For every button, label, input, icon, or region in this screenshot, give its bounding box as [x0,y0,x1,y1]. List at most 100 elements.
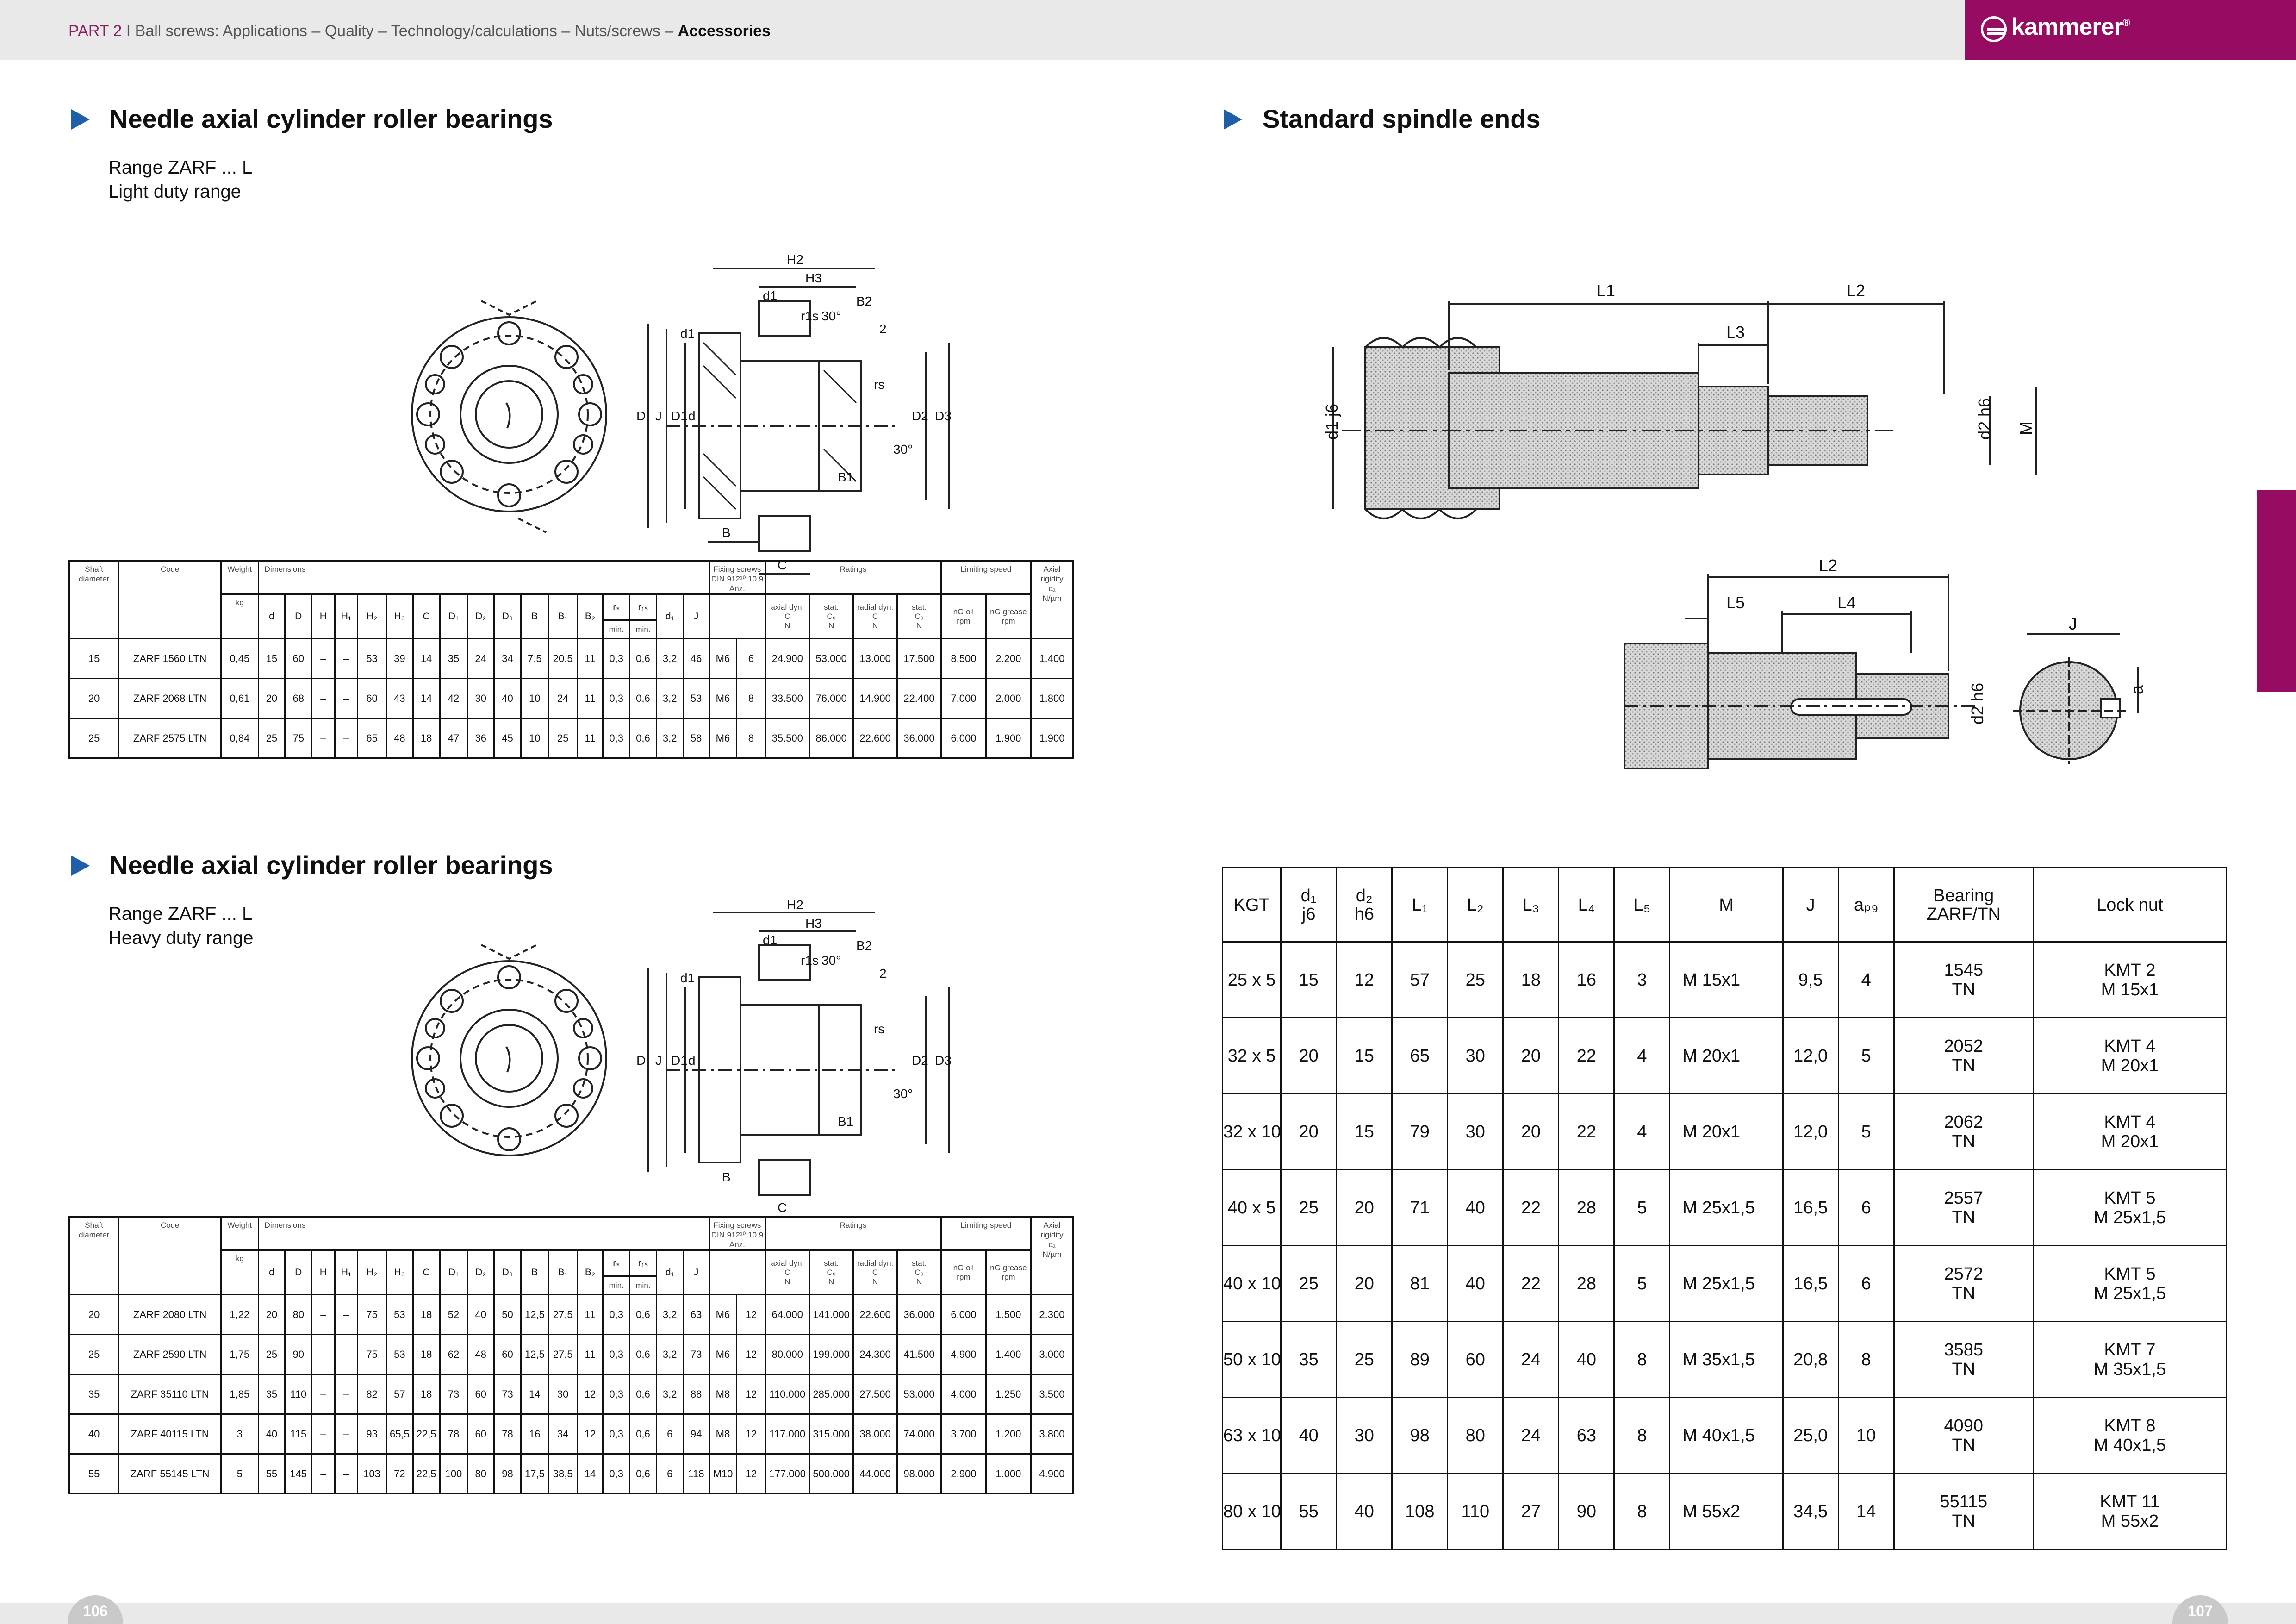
header-ratings: Ratings [765,560,942,595]
header-dim-7: D₁ [439,1249,468,1295]
duty-label-heavy: Heavy duty range [108,928,254,948]
header-dim-11: B₁ [548,593,578,639]
spindle-cell-text: 6 [1861,1274,1871,1293]
spindle-table-row[interactable]: 80 x 10 55 40 108 110 27 90 8 M 55x2 34,5 14 55115 T… [1221,1473,2228,1550]
table-cell: 60 [284,638,313,679]
table-cell: 12 [576,1374,604,1415]
spindle-header-text: J [1806,895,1815,915]
header-rating-text: N [916,621,922,630]
table-cell: ZARF 2590 LTN [118,1334,222,1375]
spindle-label-l2: L2 [1847,281,1865,300]
spindle-table-row[interactable]: 63 x 10 40 30 98 80 24 63 8 M 40x1,5 25,0 10 4090 TN… [1221,1397,2228,1474]
table-row[interactable]: 40 ZARF 40115 LTN 3 40 115– –93 65,5 22,5 78 60 78… [68,1413,1074,1455]
breadcrumb-part[interactable]: PART 2 [68,22,122,40]
spindle-cell-text: 28 [1576,1274,1597,1293]
table-cell: 3,2 [655,1334,684,1375]
header-shaft-diameter: Shaft diameter [68,1216,120,1295]
table-cell: 3 [220,1413,259,1455]
side-tab[interactable] [2257,490,2296,692]
spindle-cell-text: 16 [1576,970,1597,990]
table-cell: 60 [357,678,387,719]
table-cell: 1.000 [985,1453,1032,1494]
table-cell: 41.500 [896,1334,942,1375]
table-row[interactable]: 20 ZARF 2080 LTN 1,22 20 80– –75 53 18 52 40 50 12,… [68,1294,1074,1335]
table-cell: – [334,1413,359,1455]
spindle-cell-text: 22 [1521,1274,1541,1293]
table-cell: 0,3 [602,678,631,719]
table-cell: 60 [467,1374,495,1415]
header-rating-text: stat. [911,602,927,612]
dim-label-D1: D1 [671,409,688,423]
header-dim-13: rₛ [602,593,631,621]
spindle-table-row[interactable]: 40 x 10 25 20 81 40 22 28 5 M 25x1,5 16,5 6 2572 TN K… [1221,1245,2228,1322]
spindle-cell-text: 30 [1465,1046,1485,1066]
table-cell: 35.500 [765,718,810,759]
table-cell: 55 [68,1453,120,1494]
header-rating-0: axial dyn. C N [765,1249,810,1295]
table-cell: 12 [736,1294,766,1335]
spindle-header-cell: Lock nut [2032,867,2228,943]
table-cell: 44.000 [852,1453,898,1494]
spindle-cell-text: M 20x1 [1682,1046,1741,1066]
spindle-table-cell: 5 [1837,1093,1895,1170]
spindle-cell-text: 25,0 [1793,1425,1828,1445]
table-cell: 80.000 [765,1334,810,1375]
dim-label-c: C [778,1200,787,1215]
spindle-header-row: KGT d₁ j6 d₂ h6 L₁ L₂ L₃ L₄ L₅ M Jaₚ₉ Bearing ZARF/TN… [1221,867,2228,943]
brand-logo[interactable]: kammerer® [1965,0,2296,60]
table-row[interactable]: 20 ZARF 2068 LTN 0,61 20 68– –60 43 14 42 30 40 10 2… [68,678,1074,719]
table-cell: 18 [412,718,441,759]
table-cell: 80 [284,1294,313,1335]
spindle-table-row[interactable]: 32 x 5 20 15 65 30 20 22 4 M 20x1 12,0 5 2052 TN KMT … [1221,1017,2228,1094]
spindle-cell-text: TN [1952,1131,1976,1151]
header-dim-label: C [423,611,430,622]
table-cell: 0,6 [629,678,657,719]
table-cell: 0,3 [602,1453,631,1494]
spindle-cell-text: 6 [1861,1198,1871,1218]
spindle-table-cell: 25 [1336,1321,1393,1398]
table-row[interactable]: 55 ZARF 55145 LTN 5 55 145– –103 72 22,5 100 80 98… [68,1453,1074,1494]
table-cell: 199.000 [809,1334,854,1375]
table-cell: 72 [386,1453,414,1494]
header-rating-text: C₀ [827,612,836,621]
spindle-table-row[interactable]: 40 x 5 25 20 71 40 22 28 5 M 25x1,5 16,5 6 2557 TN KM… [1221,1169,2228,1246]
spindle-table-row[interactable]: 50 x 10 35 25 89 60 24 40 8 M 35x1,5 20,8 8 3585 TN K… [1221,1321,2228,1398]
table-row[interactable]: 15 ZARF 1560 LTN 0,45 15 60– –53 39 14 35 24 34 7,5… [68,638,1074,679]
spindle-table-row[interactable]: 25 x 5 15 12 57 25 18 16 3 M 15x1 9,5 4 1545 TN KMT 2… [1221,941,2228,1018]
spindle-table-cell: 35 [1280,1321,1338,1398]
table-row[interactable]: 35 ZARF 35110 LTN 1,85 35 110– –82 57 18 73 60 73 1… [68,1374,1074,1415]
table-row[interactable]: 25 ZARF 2590 LTN 1,75 25 90– –75 53 18 62 48 60 12,… [68,1334,1074,1375]
spindle-table-cell: KMT 2M 15x1 [2032,941,2228,1018]
spindle-cell-text: 55115 [1940,1492,1988,1512]
table-cell: 75 [284,718,313,759]
header-dim-label: D [295,611,302,622]
header-dim-2: H [311,1249,336,1295]
header-dim-9: D₃ [493,1249,522,1295]
table-cell: – [334,1453,359,1494]
bearing-table-light: Shaft diameter Code Weight Dimensions Fixing… [68,560,1074,759]
spindle-cell-text: 4 [1637,1046,1647,1066]
spindle-cell-text: 25 [1299,1198,1319,1218]
table-cell: 60 [493,1334,522,1375]
header-code: Code [118,560,222,639]
header-weight: Weight [220,1216,259,1251]
table-row[interactable]: 25 ZARF 2575 LTN 0,84 25 75– –65 48 18 47 36 45 10 2… [68,718,1074,759]
spindle-table-row[interactable]: 32 x 10 20 15 79 30 20 22 4 M 20x1 12,0 5 2062 TN KMT… [1221,1093,2228,1170]
header-weight-unit: kg [220,1249,259,1295]
table-cell: 20 [257,678,286,719]
table-cell: 88 [682,1374,710,1415]
table-cell: M8 [708,1413,738,1455]
table-cell: 14.900 [852,678,898,719]
table-cell: 3.700 [940,1413,987,1455]
spindle-cell-text: 9,5 [1798,970,1823,990]
table-cell: 40 [467,1294,495,1335]
spindle-table-cell: 60 [1447,1321,1504,1398]
table-cell: 0,6 [629,1334,657,1375]
table-cell: – [334,638,359,679]
section-title-spindle: Standard spindle ends [1263,104,1541,133]
table-cell: 86.000 [809,718,854,759]
spindle-table-cell: 4 [1613,1017,1671,1094]
breadcrumb-trail[interactable]: Ball screws: Applications – Quality – Te… [135,22,674,40]
spindle-table-cell: 20 [1336,1245,1393,1322]
spindle-label-d1j6: d1 j6 [1322,404,1341,440]
